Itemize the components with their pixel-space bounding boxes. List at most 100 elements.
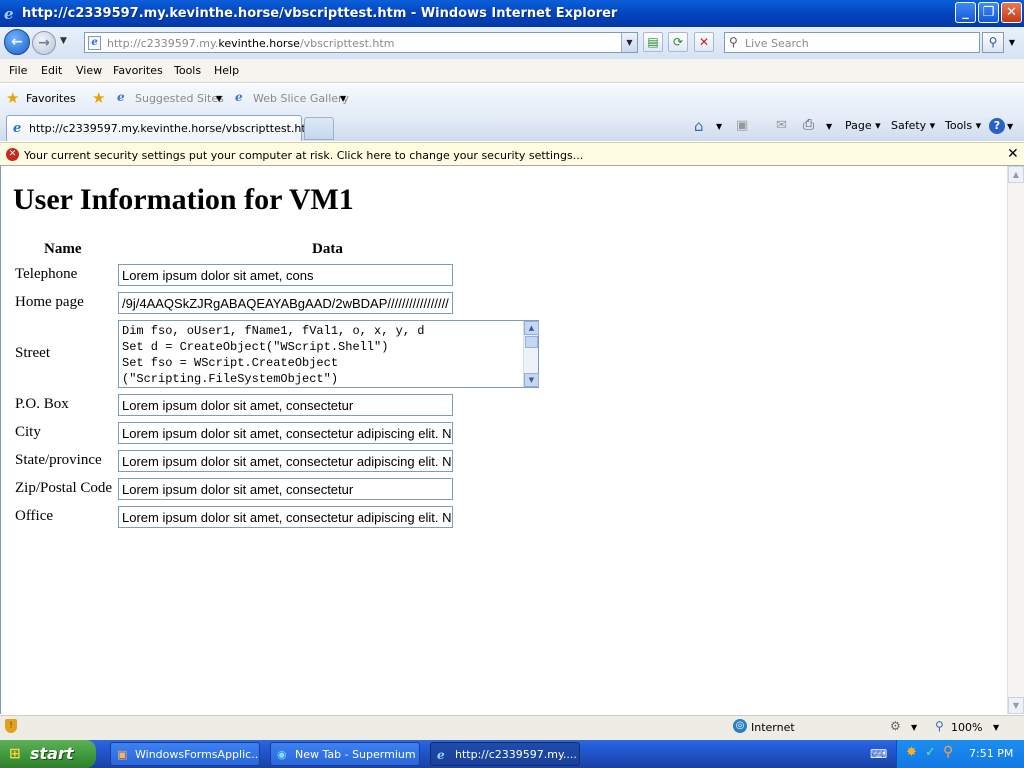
security-warning-message[interactable]: Your current security settings put your … — [24, 149, 583, 162]
taskbar-item-label: New Tab - Supermium — [295, 748, 416, 761]
recent-pages-dropdown-icon[interactable]: ▼ — [60, 36, 67, 46]
scroll-down-icon[interactable]: ▼ — [1008, 697, 1024, 714]
menu-view[interactable]: View — [76, 64, 102, 77]
scroll-up-icon[interactable]: ▲ — [1008, 166, 1024, 183]
menu-tools[interactable]: Tools — [174, 64, 201, 77]
favorites-button[interactable]: Favorites — [26, 92, 76, 105]
close-button[interactable]: ✕ — [1001, 2, 1022, 23]
compatibility-view-icon[interactable]: ▤ — [643, 32, 663, 52]
menu-file[interactable]: File — [9, 64, 27, 77]
close-info-bar-icon[interactable]: ✕ — [1007, 146, 1019, 162]
taskbar-item-label: http://c2339597.my.... — [455, 748, 577, 761]
windows-logo-icon: ⊞ — [9, 746, 21, 762]
taskbar-item-supermium[interactable]: ◉ New Tab - Supermium — [270, 742, 420, 766]
state-province-field[interactable]: Lorem ipsum dolor sit amet, consectetur … — [118, 450, 453, 472]
label-office: Office — [15, 508, 54, 524]
protected-mode-shield-icon[interactable]: ! — [5, 719, 17, 733]
back-button[interactable]: ← — [4, 29, 30, 55]
minimize-button[interactable]: _ — [955, 2, 976, 23]
tools-menu[interactable]: Tools ▾ — [945, 119, 981, 132]
safety-menu[interactable]: Safety ▾ — [891, 119, 935, 132]
search-button[interactable]: ⚲ — [982, 32, 1004, 53]
telephone-field[interactable]: Lorem ipsum dolor sit amet, cons — [118, 264, 453, 286]
suggested-sites-icon: e — [117, 90, 125, 104]
help-dropdown-icon[interactable]: ▼ — [1007, 122, 1013, 131]
street-textarea-scrollbar[interactable]: ▲ ▼ — [523, 321, 539, 387]
suggested-sites-link[interactable]: Suggested Sites — [135, 92, 224, 105]
label-telephone: Telephone — [15, 266, 78, 282]
ie-logo-icon: e — [4, 5, 14, 23]
label-home-page: Home page — [15, 294, 84, 310]
zoom-icon: ⚲ — [935, 719, 944, 733]
help-icon[interactable]: ? — [989, 118, 1005, 134]
print-icon[interactable]: ⎙ — [803, 117, 814, 133]
address-bar[interactable]: e http://c2339597.my.kevinthe.horse/vbsc… — [84, 32, 638, 53]
menu-edit[interactable]: Edit — [41, 64, 62, 77]
taskbar-item-internet-explorer[interactable]: e http://c2339597.my.... — [430, 742, 580, 766]
textarea-scroll-up-icon[interactable]: ▲ — [524, 321, 539, 335]
zip-postal-code-field[interactable]: Lorem ipsum dolor sit amet, consectetur — [118, 478, 453, 500]
suggested-sites-dropdown-icon[interactable]: ▼ — [216, 94, 222, 103]
maximize-button[interactable]: ❐ — [978, 2, 999, 23]
read-mail-icon[interactable]: ✉ — [776, 118, 787, 133]
new-tab-button[interactable] — [304, 117, 334, 140]
add-to-favorites-icon[interactable]: ★ — [92, 89, 105, 107]
home-icon[interactable]: ⌂ — [694, 117, 704, 135]
po-box-field[interactable]: Lorem ipsum dolor sit amet, consectetur — [118, 394, 453, 416]
security-zone-label[interactable]: Internet — [751, 721, 795, 734]
home-page-field[interactable]: /9j/4AAQSkZJRgABAQEAYABgAAD/2wBDAP//////… — [118, 292, 453, 314]
window-title-bar[interactable]: e http://c2339597.my.kevinthe.horse/vbsc… — [0, 0, 1024, 27]
office-field[interactable]: Lorem ipsum dolor sit amet, consectetur … — [118, 506, 453, 528]
street-textarea-content[interactable]: Dim fso, oUser1, fName1, fVal1, o, x, y,… — [122, 323, 424, 387]
tab-active[interactable]: e http://c2339597.my.kevinthe.horse/vbsc… — [6, 115, 316, 141]
tray-network-icon[interactable]: ✓ — [925, 745, 936, 760]
feeds-icon[interactable]: ▣ — [736, 118, 748, 133]
ie-icon: e — [437, 748, 445, 762]
address-dropdown-icon[interactable]: ▼ — [621, 33, 637, 52]
label-state-province: State/province — [15, 452, 102, 468]
zoom-level[interactable]: 100% — [951, 721, 982, 734]
address-url[interactable]: http://c2339597.my.kevinthe.horse/vbscri… — [107, 37, 394, 50]
web-slice-dropdown-icon[interactable]: ▼ — [340, 94, 346, 103]
web-slice-gallery-link[interactable]: Web Slice Gallery — [253, 92, 349, 105]
web-slice-icon: e — [235, 90, 243, 104]
taskbar-item-windowsformsapplication[interactable]: ▣ WindowsFormsApplic... — [110, 742, 260, 766]
start-label: start — [30, 744, 74, 763]
clock[interactable]: 7:51 PM — [969, 747, 1013, 760]
protected-mode-icon[interactable]: ⚙ — [890, 719, 901, 733]
textarea-scroll-thumb[interactable] — [525, 336, 538, 348]
tray-search-icon[interactable]: ⚲ — [943, 744, 953, 760]
textarea-scroll-down-icon[interactable]: ▼ — [524, 373, 539, 387]
menu-favorites[interactable]: Favorites — [113, 64, 163, 77]
forward-button[interactable]: → — [32, 31, 56, 55]
label-city: City — [15, 424, 41, 440]
security-warning-icon: ✕ — [6, 148, 19, 161]
window-title: http://c2339597.my.kevinthe.horse/vbscri… — [22, 6, 618, 21]
refresh-icon[interactable]: ⟳ — [668, 32, 688, 52]
column-header-data: Data — [312, 241, 343, 257]
menu-help[interactable]: Help — [214, 64, 239, 77]
internet-zone-globe-icon: ◎ — [733, 719, 747, 733]
label-zip-postal-code: Zip/Postal Code — [15, 480, 113, 496]
page-scrollbar[interactable]: ▲ ▼ — [1007, 166, 1024, 714]
search-placeholder: Live Search — [745, 37, 809, 50]
start-button[interactable]: ⊞ start — [0, 740, 96, 768]
keyboard-icon[interactable]: ⌨ — [870, 747, 887, 761]
city-field[interactable]: Lorem ipsum dolor sit amet, consectetur … — [118, 422, 453, 444]
security-info-bar[interactable]: ✕ Your current security settings put you… — [0, 142, 1024, 166]
search-icon: ⚲ — [729, 35, 738, 49]
label-po-box: P.O. Box — [15, 396, 69, 412]
tray-app-icon[interactable]: ✸ — [906, 745, 917, 760]
street-textarea[interactable]: Dim fso, oUser1, fName1, fVal1, o, x, y,… — [118, 320, 539, 388]
favorites-star-icon: ★ — [6, 89, 20, 107]
page-heading: User Information for VM1 — [13, 183, 354, 216]
zoom-dropdown-icon[interactable]: ▼ — [993, 723, 999, 732]
protected-mode-dropdown-icon[interactable]: ▼ — [911, 723, 917, 732]
stop-icon[interactable]: ✕ — [694, 32, 714, 52]
page-menu[interactable]: Page ▾ — [845, 119, 881, 132]
search-input[interactable]: ⚲ Live Search — [724, 32, 980, 53]
supermium-icon: ◉ — [277, 748, 287, 761]
home-dropdown-icon[interactable]: ▼ — [716, 122, 722, 131]
print-dropdown-icon[interactable]: ▼ — [826, 122, 832, 131]
search-options-dropdown-icon[interactable]: ▼ — [1006, 32, 1018, 53]
